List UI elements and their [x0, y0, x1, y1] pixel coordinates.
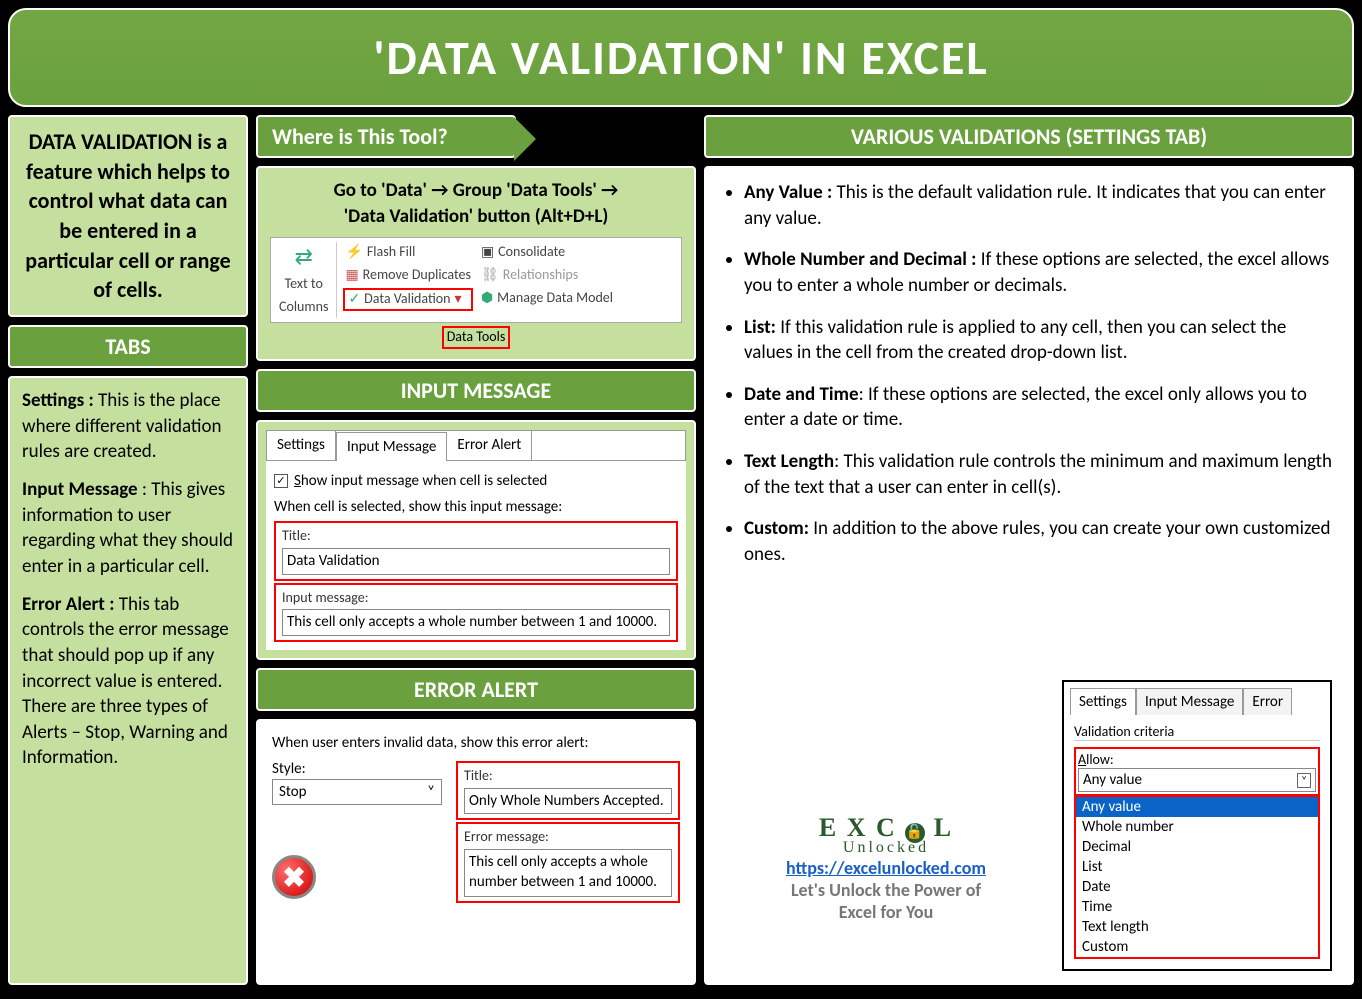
sp-allow-dropdown[interactable]: Any value ˅ — [1078, 768, 1316, 792]
val-item-list: List: If this validation rule is applied… — [744, 315, 1336, 366]
text-to-columns-icon[interactable]: ⇄ — [295, 242, 313, 272]
right-column: VARIOUS VALIDATIONS (SETTINGS TAB) Any V… — [704, 115, 1354, 985]
ribbon-relationships: ⛓Relationships — [479, 265, 615, 286]
sp-option-list: Any value Whole number Decimal List Date… — [1074, 795, 1320, 959]
sp-opt-textlen[interactable]: Text length — [1076, 917, 1318, 937]
val-item-custom: Custom: In addition to the above rules, … — [744, 516, 1336, 567]
ea-msg-field: Error message: This cell only accepts a … — [456, 822, 680, 903]
ea-title-label: Title: — [464, 767, 672, 786]
chevron-down-icon: ˅ — [1297, 773, 1311, 788]
val-item-whole: Whole Number and Decimal : If these opti… — [744, 247, 1336, 298]
where-path-1: Go to 'Data' → Group 'Data Tools' → — [270, 178, 682, 204]
im-title-field: Title: Data Validation — [274, 521, 678, 580]
sp-opt-custom[interactable]: Custom — [1076, 937, 1318, 957]
tabs-header: TABS — [8, 325, 248, 368]
consolidate-icon: ▣ — [481, 243, 494, 262]
logo-area: E X C 🔓 L Unlocked https://excelunlocked… — [746, 813, 1026, 923]
relationships-icon: ⛓ — [481, 266, 499, 285]
ribbon: ⇄ Text to Columns ⚡Flash Fill ▦Remove Du… — [270, 237, 682, 322]
input-message-panel: Settings Input Message Error Alert ✓ SSh… — [256, 420, 696, 660]
im-msg-label: Input message: — [282, 589, 670, 608]
validations-panel: Any Value : This is the default validati… — [704, 166, 1354, 985]
val-item-date: Date and Time: If these options are sele… — [744, 382, 1336, 433]
ribbon-remove-dup[interactable]: ▦Remove Duplicates — [343, 265, 473, 286]
ribbon-manage-model[interactable]: ⬢Manage Data Model — [479, 288, 615, 309]
ea-title-input[interactable]: Only Whole Numbers Accepted. — [464, 788, 672, 814]
sp-opt-whole[interactable]: Whole number — [1076, 817, 1318, 837]
show-message-label: SShow input message when cell is selecte… — [294, 471, 547, 491]
logo-sub: Unlocked — [746, 839, 1026, 857]
validation-icon: ✓ — [348, 290, 360, 309]
ribbon-text-to: Text to — [283, 274, 325, 295]
ribbon-data-validation[interactable]: ✓Data Validation▾ — [343, 288, 473, 311]
ea-when-label: When user enters invalid data, show this… — [272, 733, 680, 753]
ribbon-group-label: Data Tools — [442, 326, 511, 349]
left-column: DATA VALIDATION is a feature which helps… — [8, 115, 248, 985]
dropdown-icon[interactable]: ▾ — [455, 290, 462, 309]
im-tabs: Settings Input Message Error Alert — [266, 430, 686, 461]
ea-msg-input[interactable]: This cell only accepts a whole number be… — [464, 849, 672, 897]
tabs-error-b: Error Alert : — [22, 593, 114, 616]
im-when-label: When cell is selected, show this input m… — [274, 497, 678, 517]
sp-opt-time[interactable]: Time — [1076, 897, 1318, 917]
validations-list: Any Value : This is the default validati… — [722, 180, 1336, 568]
sp-allow-label: Allow: — [1078, 751, 1316, 768]
error-alert-panel: When user enters invalid data, show this… — [256, 719, 696, 985]
sp-vc-label: Validation criteria — [1074, 723, 1320, 741]
ribbon-flash-fill[interactable]: ⚡Flash Fill — [343, 242, 473, 263]
where-path-2: 'Data Validation' button (Alt+D+L) — [270, 204, 682, 230]
logo-url[interactable]: https://excelunlocked.com — [786, 857, 986, 879]
im-tab-error[interactable]: Error Alert — [447, 431, 532, 460]
where-panel: Go to 'Data' → Group 'Data Tools' → 'Dat… — [256, 166, 696, 361]
im-msg-field: Input message: This cell only accepts a … — [274, 583, 678, 642]
ea-style-select[interactable]: Stop˅ — [272, 779, 442, 805]
tabs-error-t: This tab controls the error message that… — [22, 593, 229, 770]
ea-style-label: Style: — [272, 759, 442, 779]
sp-opt-list[interactable]: List — [1076, 857, 1318, 877]
im-title-label: Title: — [282, 527, 670, 546]
logo-tag1: Let's Unlock the Power of — [746, 879, 1026, 901]
stop-error-icon: ✖ — [272, 855, 316, 899]
page-title: 'DATA VALIDATION' IN EXCEL — [8, 8, 1354, 107]
chevron-down-icon: ˅ — [427, 782, 435, 802]
sp-tab-settings[interactable]: Settings — [1070, 688, 1136, 715]
sp-opt-any[interactable]: Any value — [1076, 797, 1318, 817]
model-icon: ⬢ — [481, 289, 493, 308]
input-message-header: INPUT MESSAGE — [256, 369, 696, 412]
intro-panel: DATA VALIDATION is a feature which helps… — [8, 115, 248, 317]
sp-tab-error[interactable]: Error — [1243, 688, 1292, 715]
ribbon-columns: Columns — [277, 297, 330, 318]
val-item-textlen: Text Length: This validation rule contro… — [744, 449, 1336, 500]
sp-opt-date[interactable]: Date — [1076, 877, 1318, 897]
tabs-input-b: Input Message — [22, 478, 138, 501]
where-header: Where is This Tool? — [256, 115, 516, 158]
show-message-checkbox[interactable]: ✓ — [274, 474, 288, 488]
error-alert-header: ERROR ALERT — [256, 668, 696, 711]
sp-opt-decimal[interactable]: Decimal — [1076, 837, 1318, 857]
val-item-any: Any Value : This is the default validati… — [744, 180, 1336, 231]
middle-column: Where is This Tool? Go to 'Data' → Group… — [256, 115, 696, 985]
ribbon-consolidate[interactable]: ▣Consolidate — [479, 242, 615, 263]
logo-tag2: Excel for You — [746, 901, 1026, 923]
ea-title-field: Title: Only Whole Numbers Accepted. — [456, 761, 680, 820]
tabs-panel: Settings : This is the place where diffe… — [8, 376, 248, 985]
remove-icon: ▦ — [345, 266, 358, 285]
main-grid: DATA VALIDATION is a feature which helps… — [8, 115, 1354, 985]
validations-header: VARIOUS VALIDATIONS (SETTINGS TAB) — [704, 115, 1354, 158]
im-tab-input[interactable]: Input Message — [336, 432, 447, 461]
settings-dropdown-panel: Settings Input Message Error Validation … — [1062, 680, 1332, 971]
ea-msg-label: Error message: — [464, 828, 672, 847]
flash-icon: ⚡ — [345, 243, 362, 262]
im-tab-settings[interactable]: Settings — [267, 431, 336, 460]
tabs-settings-b: Settings : — [22, 389, 94, 412]
im-msg-input[interactable]: This cell only accepts a whole number be… — [282, 609, 670, 635]
im-title-input[interactable]: Data Validation — [282, 548, 670, 574]
sp-tab-input[interactable]: Input Message — [1136, 688, 1243, 715]
